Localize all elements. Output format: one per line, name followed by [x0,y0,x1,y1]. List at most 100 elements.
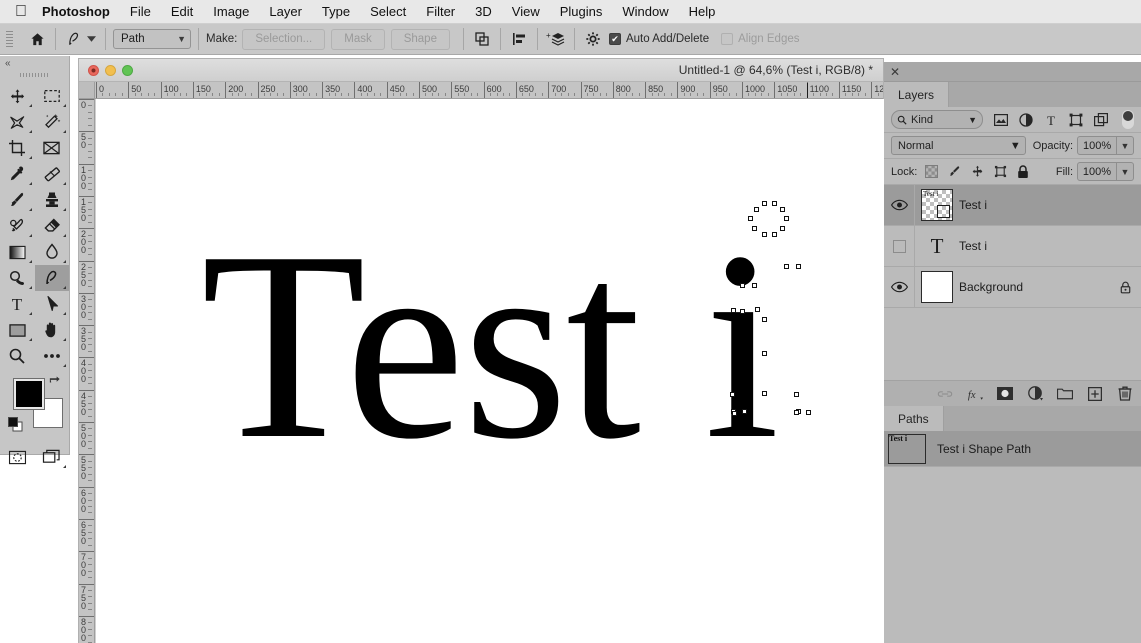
layer-visibility-toggle[interactable] [884,267,915,307]
blur-tool[interactable] [35,239,70,265]
make-selection-button[interactable]: Selection... [242,28,326,50]
menu-item-window[interactable]: Window [612,0,678,24]
layer-thumbnail-cell[interactable]: T [915,230,959,262]
zoom-tool[interactable] [0,343,35,369]
healing-brush-tool[interactable] [35,161,70,187]
more-tools[interactable] [35,343,70,369]
path-anchor-point[interactable] [755,307,760,312]
marquee-tool[interactable] [35,83,70,109]
path-arrangement-icon[interactable]: + [545,26,567,52]
menu-item-3d[interactable]: 3D [465,0,502,24]
fill-input[interactable]: 100% [1077,162,1117,181]
lasso-tool[interactable] [0,109,35,135]
filter-enable-toggle[interactable] [1122,110,1134,129]
path-mode-select[interactable]: Path ▼ [113,29,191,49]
tab-paths[interactable]: Paths [884,406,944,431]
path-anchor-point[interactable] [772,201,777,206]
eraser-tool[interactable] [35,213,70,239]
path-anchor-point[interactable] [762,201,767,206]
make-mask-button[interactable]: Mask [331,28,385,50]
menu-item-plugins[interactable]: Plugins [550,0,613,24]
menu-item-file[interactable]: File [120,0,161,24]
layer-filter-kind-select[interactable]: Kind ▼ [891,110,983,129]
default-colors-icon[interactable] [8,417,23,432]
layer-thumbnail-cell[interactable]: Test i [915,189,959,221]
layer-visibility-toggle[interactable] [884,226,915,266]
path-alignment-icon[interactable] [508,26,530,52]
brush-tool[interactable] [0,187,35,213]
clone-stamp-tool[interactable] [35,187,70,213]
quick-selection-tool[interactable] [35,109,70,135]
path-anchor-point[interactable] [772,232,777,237]
path-anchor-point[interactable] [730,392,735,397]
path-anchor-point[interactable] [762,391,767,396]
gear-icon[interactable] [582,26,604,52]
adjustment-layer-button[interactable] [1027,386,1043,402]
path-anchor-point[interactable] [731,308,736,313]
gradient-tool[interactable] [0,239,35,265]
path-anchor-point[interactable] [796,264,801,269]
new-group-button[interactable] [1057,386,1073,402]
path-anchor-point[interactable] [784,264,789,269]
path-anchor-point[interactable] [806,410,811,415]
path-anchor-point[interactable] [780,226,785,231]
path-anchor-point[interactable] [732,411,737,416]
filter-adjustment-icon[interactable] [1018,112,1033,127]
menu-item-edit[interactable]: Edit [161,0,203,24]
opacity-input[interactable]: 100% [1077,136,1118,155]
delete-layer-button[interactable] [1117,386,1133,402]
layer-mask-button[interactable] [997,386,1013,402]
menu-item-photoshop[interactable]: Photoshop [34,0,120,24]
options-bar-grip[interactable] [3,29,16,49]
home-icon[interactable] [26,26,48,52]
close-button[interactable] [88,64,99,76]
path-anchor-point[interactable] [794,392,799,397]
menu-item-layer[interactable]: Layer [259,0,312,24]
filter-pixel-icon[interactable] [993,112,1008,127]
tab-layers[interactable]: Layers [884,82,950,107]
fill-stepper-chevron-down-icon[interactable]: ▼ [1117,162,1134,181]
pen-tool-icon[interactable] [63,26,85,52]
layer-row-type[interactable]: T Test i [884,226,1141,267]
minimize-button[interactable] [105,64,116,76]
move-tool[interactable] [0,83,35,109]
apple-logo-icon[interactable]:  [8,3,34,20]
path-anchor-point[interactable] [780,207,785,212]
filter-smart-object-icon[interactable] [1093,112,1108,127]
rectangle-tool[interactable] [0,317,35,343]
filter-type-icon[interactable]: T [1043,112,1058,127]
path-anchor-point[interactable] [762,232,767,237]
layer-style-button[interactable]: fx [967,386,983,402]
layer-row-shape[interactable]: Test i Test i [884,185,1141,226]
path-anchor-point[interactable] [752,226,757,231]
history-brush-tool[interactable] [0,213,35,239]
ruler-corner[interactable] [79,82,95,98]
lock-position-icon[interactable] [970,165,984,179]
auto-add-delete-checkbox[interactable]: ✔ Auto Add/Delete [608,33,709,45]
layer-thumbnail-cell[interactable] [915,271,959,303]
screen-mode-icon[interactable] [35,444,70,470]
path-operations-icon[interactable] [471,26,493,52]
double-chevron-left-icon[interactable]: « [0,56,69,70]
dodge-tool[interactable] [0,265,35,291]
canvas[interactable]: Test i [96,99,885,643]
align-edges-checkbox[interactable]: Align Edges [721,33,799,45]
vertical-ruler[interactable]: 0 50 100 150 200 250 300 350 400 450 500 550 600 650 7… [79,99,95,643]
lock-all-icon[interactable] [1016,164,1030,179]
menu-item-image[interactable]: Image [203,0,259,24]
menu-item-select[interactable]: Select [360,0,416,24]
layer-row-background[interactable]: Background [884,267,1141,308]
lock-transparent-pixels-icon[interactable] [924,165,938,179]
path-anchor-point[interactable] [740,283,745,288]
tool-preset-chevron-down-icon[interactable] [85,26,98,52]
path-anchor-point[interactable] [740,309,745,314]
opacity-stepper-chevron-down-icon[interactable]: ▼ [1117,136,1134,155]
path-anchor-point[interactable] [784,216,789,221]
crop-tool[interactable] [0,135,35,161]
menu-item-filter[interactable]: Filter [416,0,465,24]
path-anchor-point[interactable] [794,410,799,415]
eyedropper-tool[interactable] [0,161,35,187]
document-title-bar[interactable]: Untitled-1 @ 64,6% (Test i, RGB/8) * [79,59,883,82]
menu-item-view[interactable]: View [502,0,550,24]
path-anchor-point[interactable] [754,207,759,212]
